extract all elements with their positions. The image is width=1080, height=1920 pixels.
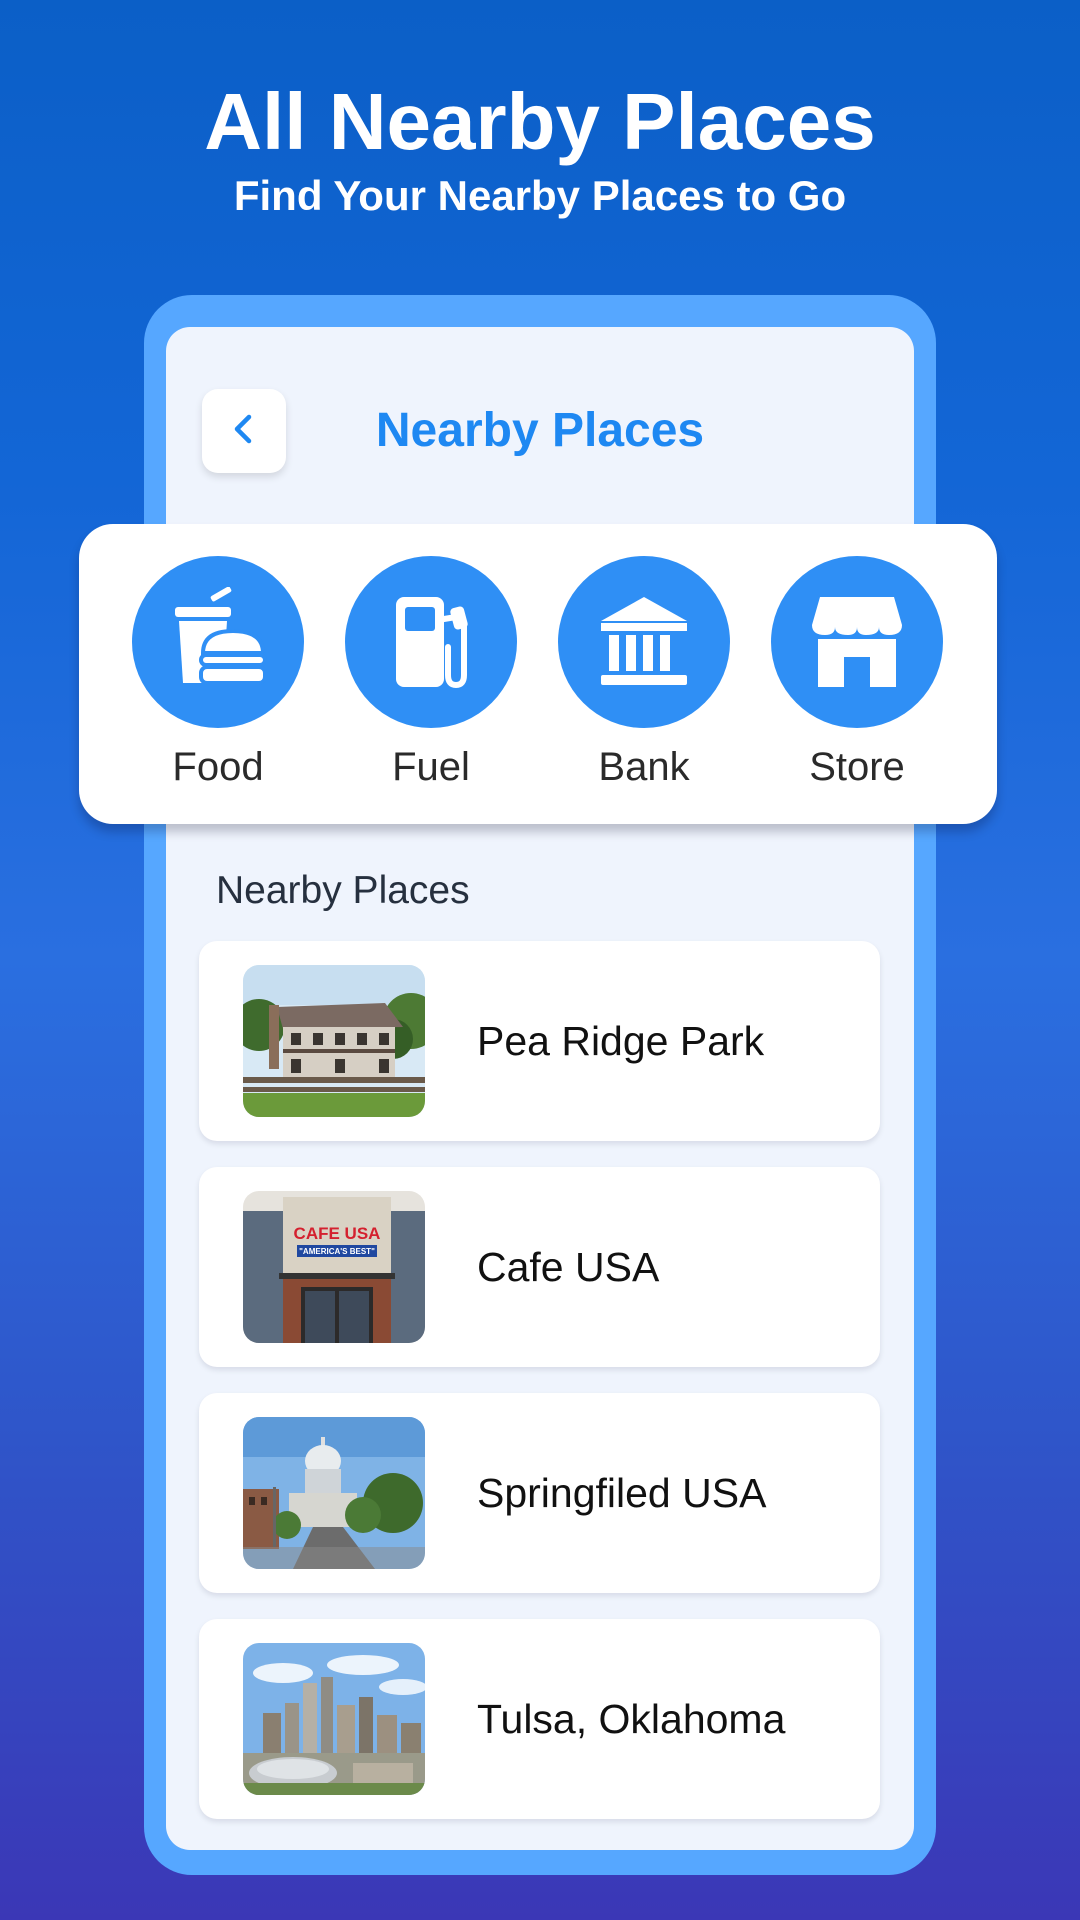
category-store[interactable]: Store bbox=[771, 556, 943, 792]
place-name: Cafe USA bbox=[477, 1244, 660, 1290]
place-item-springfiled-usa[interactable]: Springfiled USA bbox=[199, 1393, 880, 1593]
place-item-cafe-usa[interactable]: CAFE USA "AMERICA'S BEST" Cafe USA bbox=[199, 1167, 880, 1367]
category-bank[interactable]: Bank bbox=[558, 556, 730, 792]
section-title: Nearby Places bbox=[216, 869, 470, 912]
fuel-icon bbox=[396, 597, 468, 689]
category-label: Bank bbox=[598, 745, 690, 789]
place-photo bbox=[243, 965, 425, 1117]
promo-title: All Nearby Places bbox=[204, 77, 876, 166]
category-label: Food bbox=[172, 745, 264, 789]
cafe-sign-text: CAFE USA bbox=[294, 1224, 381, 1243]
category-fuel[interactable]: Fuel bbox=[345, 556, 517, 792]
food-icon-circle bbox=[132, 556, 304, 728]
category-label: Fuel bbox=[392, 745, 470, 789]
store-icon bbox=[812, 597, 902, 687]
place-photo: CAFE USA "AMERICA'S BEST" bbox=[243, 1191, 425, 1343]
chevron-left-icon bbox=[224, 409, 264, 454]
category-label: Store bbox=[809, 745, 905, 789]
category-food[interactable]: Food bbox=[132, 556, 304, 792]
place-name: Springfiled USA bbox=[477, 1470, 767, 1516]
store-icon-circle bbox=[771, 556, 943, 728]
back-button[interactable] bbox=[202, 389, 286, 473]
bank-icon-circle bbox=[558, 556, 730, 728]
fuel-icon-circle bbox=[345, 556, 517, 728]
category-card: Food Fuel Bank Store bbox=[79, 524, 997, 824]
place-name: Tulsa, Oklahoma bbox=[477, 1696, 786, 1742]
place-photo bbox=[243, 1417, 425, 1569]
place-item-pea-ridge-park[interactable]: Pea Ridge Park bbox=[199, 941, 880, 1141]
cafe-sign-subtext: "AMERICA'S BEST" bbox=[299, 1247, 375, 1256]
place-item-tulsa-oklahoma[interactable]: Tulsa, Oklahoma bbox=[199, 1619, 880, 1819]
screen-title: Nearby Places bbox=[375, 404, 705, 457]
bank-icon bbox=[601, 597, 687, 685]
place-photo bbox=[243, 1643, 425, 1795]
place-name: Pea Ridge Park bbox=[477, 1018, 765, 1064]
food-icon bbox=[175, 587, 267, 685]
promo-subtitle: Find Your Nearby Places to Go bbox=[233, 172, 847, 219]
